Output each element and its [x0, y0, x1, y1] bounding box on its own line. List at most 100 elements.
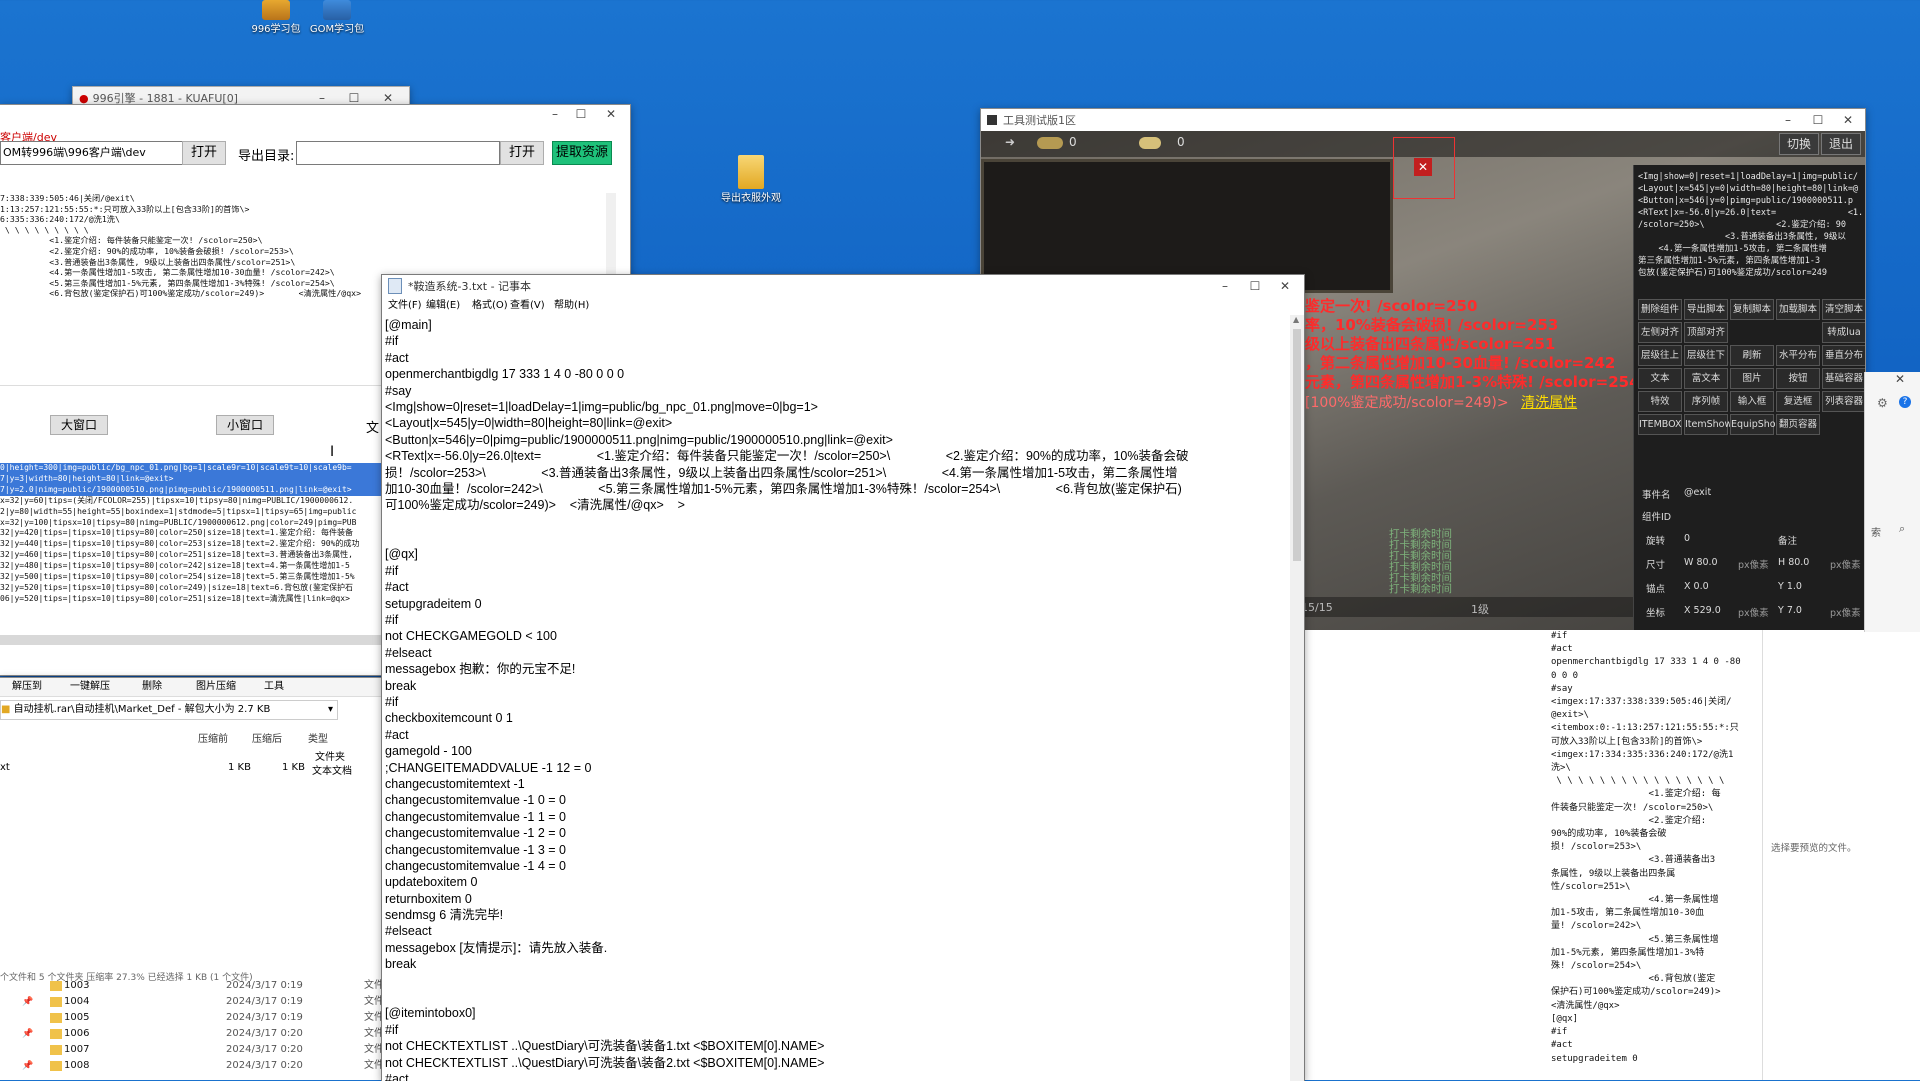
- maximize-button[interactable]: ☐: [1240, 275, 1270, 297]
- close-button[interactable]: ✕: [596, 105, 626, 123]
- archive-toolbar-item[interactable]: 图片压缩: [196, 678, 236, 696]
- extract-resources-button[interactable]: 提取资源: [552, 141, 612, 165]
- pin-icon[interactable]: 📌: [22, 994, 33, 1010]
- editor-tool-button[interactable]: 水平分布: [1776, 345, 1820, 366]
- editor-tool-button[interactable]: 垂直分布: [1822, 345, 1865, 366]
- menu-item[interactable]: 查看(V): [510, 297, 545, 315]
- editor-tool-button[interactable]: ITEMBOX: [1638, 414, 1682, 435]
- event-value[interactable]: @exit: [1684, 487, 1711, 498]
- h-scrollbar[interactable]: [0, 635, 382, 645]
- editor-tool-button[interactable]: 删除组件: [1638, 299, 1682, 320]
- open-button[interactable]: 打开: [182, 141, 226, 165]
- scroll-thumb[interactable]: [1293, 329, 1301, 561]
- editor-tool-button[interactable]: 按钮: [1776, 368, 1820, 389]
- file-row[interactable]: xt 1 KB 1 KB 文本文档: [0, 762, 382, 778]
- w-value[interactable]: 80.0: [1696, 557, 1717, 568]
- explorer-row[interactable]: 1003 2024/3/17 0:19 文件: [0, 978, 384, 994]
- rotate-value[interactable]: 0: [1684, 533, 1690, 544]
- editor-tool-button[interactable]: 翻页容器: [1776, 414, 1820, 435]
- col-before[interactable]: 压缩前: [198, 730, 228, 745]
- editor-tool-button[interactable]: 清空脚本: [1822, 299, 1865, 320]
- ui-editor-panel[interactable]: <Img|show=0|reset=1|loadDelay=1|img=publ…: [1633, 165, 1865, 631]
- h-value[interactable]: 80.0: [1788, 557, 1809, 568]
- chevron-down-icon[interactable]: ▾: [328, 701, 333, 719]
- editor-tool-button[interactable]: ItemShow: [1684, 414, 1732, 435]
- editor-tool-button[interactable]: 列表容器: [1822, 391, 1865, 412]
- close-button[interactable]: ✕: [1270, 275, 1300, 297]
- big-window-button[interactable]: 大窗口: [50, 415, 108, 435]
- archive-toolbar-item[interactable]: 工具: [264, 678, 284, 696]
- menu-item[interactable]: 编辑(E): [426, 297, 460, 315]
- help-icon[interactable]: ?: [1899, 396, 1911, 408]
- col-type[interactable]: 类型: [308, 730, 328, 745]
- anchor-y-value[interactable]: 1.0: [1787, 581, 1802, 592]
- maximize-button[interactable]: ☐: [1803, 109, 1833, 131]
- editor-tool-button[interactable]: EquipShow: [1730, 414, 1783, 435]
- close-button[interactable]: ✕: [1833, 109, 1863, 131]
- editor-tool-button[interactable]: 复选框: [1776, 391, 1820, 412]
- editor-tool-button[interactable]: 层级往下: [1684, 345, 1728, 366]
- pin-icon[interactable]: 📌: [22, 1026, 33, 1042]
- code-line[interactable]: 7|y=3|width=80|height=80|link=@exit>: [0, 473, 382, 485]
- small-window-button[interactable]: 小窗口: [216, 415, 274, 435]
- pin-icon[interactable]: 📌: [22, 1058, 33, 1074]
- coord-x-value[interactable]: 529.0: [1694, 605, 1721, 616]
- explorer-row[interactable]: 📌 1004 2024/3/17 0:19 文件: [0, 994, 384, 1010]
- code-line[interactable]: 32|y=520|tips=|tipsx=10|tipsy=80|color=2…: [0, 583, 382, 594]
- right-edge-window[interactable]: ✕ ⚙ ? 索 ⌕: [1864, 372, 1920, 632]
- editor-tool-button[interactable]: 序列帧: [1684, 391, 1728, 412]
- notepad-window[interactable]: *鞍造系统-3.txt - 记事本 – ☐ ✕ 文件(F) 编辑(E) 格式(O) 查…: [381, 274, 1305, 1081]
- client-path-input[interactable]: OM转996端\996客户端\dev: [0, 141, 184, 165]
- minimize-button[interactable]: –: [1773, 109, 1803, 131]
- editor-tool-button[interactable]: 富文本: [1684, 368, 1728, 389]
- menu-item[interactable]: 文件(F): [388, 297, 422, 315]
- close-layout-box[interactable]: ✕: [1393, 137, 1455, 199]
- exit-button[interactable]: 退出: [1821, 133, 1861, 155]
- search-icon[interactable]: ⌕: [1899, 522, 1905, 536]
- export-dir-input[interactable]: [296, 141, 500, 165]
- editor-tool-button[interactable]: 文本: [1638, 368, 1682, 389]
- menu-item[interactable]: 格式(O): [472, 297, 508, 315]
- code-line[interactable]: x=32|y=100|tipsx=10|tipsy=80|nimg=PUBLIC…: [0, 518, 382, 529]
- code-line[interactable]: 32|y=480|tips=|tipsx=10|tipsy=80|color=2…: [0, 561, 382, 572]
- editor-tool-button[interactable]: 输入框: [1730, 391, 1774, 412]
- switch-button[interactable]: 切换: [1779, 133, 1819, 155]
- menu-item[interactable]: 帮助(H): [554, 297, 589, 315]
- editor-tool-button[interactable]: 转成lua: [1822, 322, 1865, 343]
- explorer-row[interactable]: 1007 2024/3/17 0:20 文件: [0, 1042, 384, 1058]
- code-line[interactable]: 06|y=520|tips=|tipsx=10|tipsy=80|color=2…: [0, 594, 382, 605]
- desktop-icon-gom-pack[interactable]: GOM学习包: [297, 0, 377, 35]
- code-line[interactable]: 7|y=2.0|nimg=public/1900000510.png|pimg=…: [0, 484, 382, 496]
- code-line[interactable]: 32|y=420|tips=|tipsx=10|tipsy=80|color=2…: [0, 528, 382, 539]
- scroll-up-icon[interactable]: ▲: [1293, 315, 1299, 324]
- editor-tool-button[interactable]: 加载脚本: [1776, 299, 1820, 320]
- minimize-button[interactable]: –: [1210, 275, 1240, 297]
- settings-icon[interactable]: ⚙: [1877, 396, 1888, 410]
- code-line[interactable]: 2|y=80|width=55|height=55|boxindex=1|std…: [0, 507, 382, 518]
- npc-dialog-panel[interactable]: [981, 159, 1393, 293]
- explorer-row[interactable]: 📌 1008 2024/3/17 0:20 文件: [0, 1058, 384, 1074]
- editor-tool-button[interactable]: 顶部对齐: [1684, 322, 1728, 343]
- explorer-row[interactable]: 1005 2024/3/17 0:19 文件: [0, 1010, 384, 1026]
- open-export-button[interactable]: 打开: [500, 141, 544, 165]
- code-line[interactable]: 32|y=460|tips=|tipsx=10|tipsy=80|color=2…: [0, 550, 382, 561]
- code-line[interactable]: x=32|y=60|tips=(关闭/FCOLOR=255)|tipsx=10|…: [0, 496, 382, 507]
- close-icon[interactable]: ✕: [1895, 372, 1905, 386]
- anchor-x-value[interactable]: 0.0: [1694, 581, 1709, 592]
- archive-toolbar-item[interactable]: 删除: [142, 678, 162, 696]
- archive-path-box[interactable]: ■ 自动挂机.rar\自动挂机\Market_Def - 解包大小为 2.7 K…: [0, 700, 338, 720]
- desktop-icon-export-folder[interactable]: 导出衣服外观: [711, 155, 791, 204]
- archive-toolbar-item[interactable]: 解压到: [12, 678, 42, 696]
- code-list[interactable]: 0|height=300|img=public/bg_npc_01.png|bg…: [0, 463, 382, 615]
- editor-tool-button[interactable]: 图片: [1730, 368, 1774, 389]
- wash-attr-link[interactable]: 清洗属性: [1521, 395, 1577, 411]
- col-after[interactable]: 压缩后: [252, 730, 282, 745]
- editor-tool-button[interactable]: 基础容器: [1822, 368, 1865, 389]
- vertical-scrollbar[interactable]: ▲: [1290, 315, 1304, 1081]
- editor-tool-button[interactable]: 导出脚本: [1684, 299, 1728, 320]
- archive-manager-window[interactable]: 解压到 一键解压 删除 图片压缩 工具 ■ 自动挂机.rar\自动挂机\Market_D…: [0, 677, 383, 985]
- editor-tool-button[interactable]: 层级往上: [1638, 345, 1682, 366]
- editor-tool-button[interactable]: 复制脚本: [1730, 299, 1774, 320]
- editor-tool-button[interactable]: 特效: [1638, 391, 1682, 412]
- maximize-button[interactable]: ☐: [566, 105, 596, 123]
